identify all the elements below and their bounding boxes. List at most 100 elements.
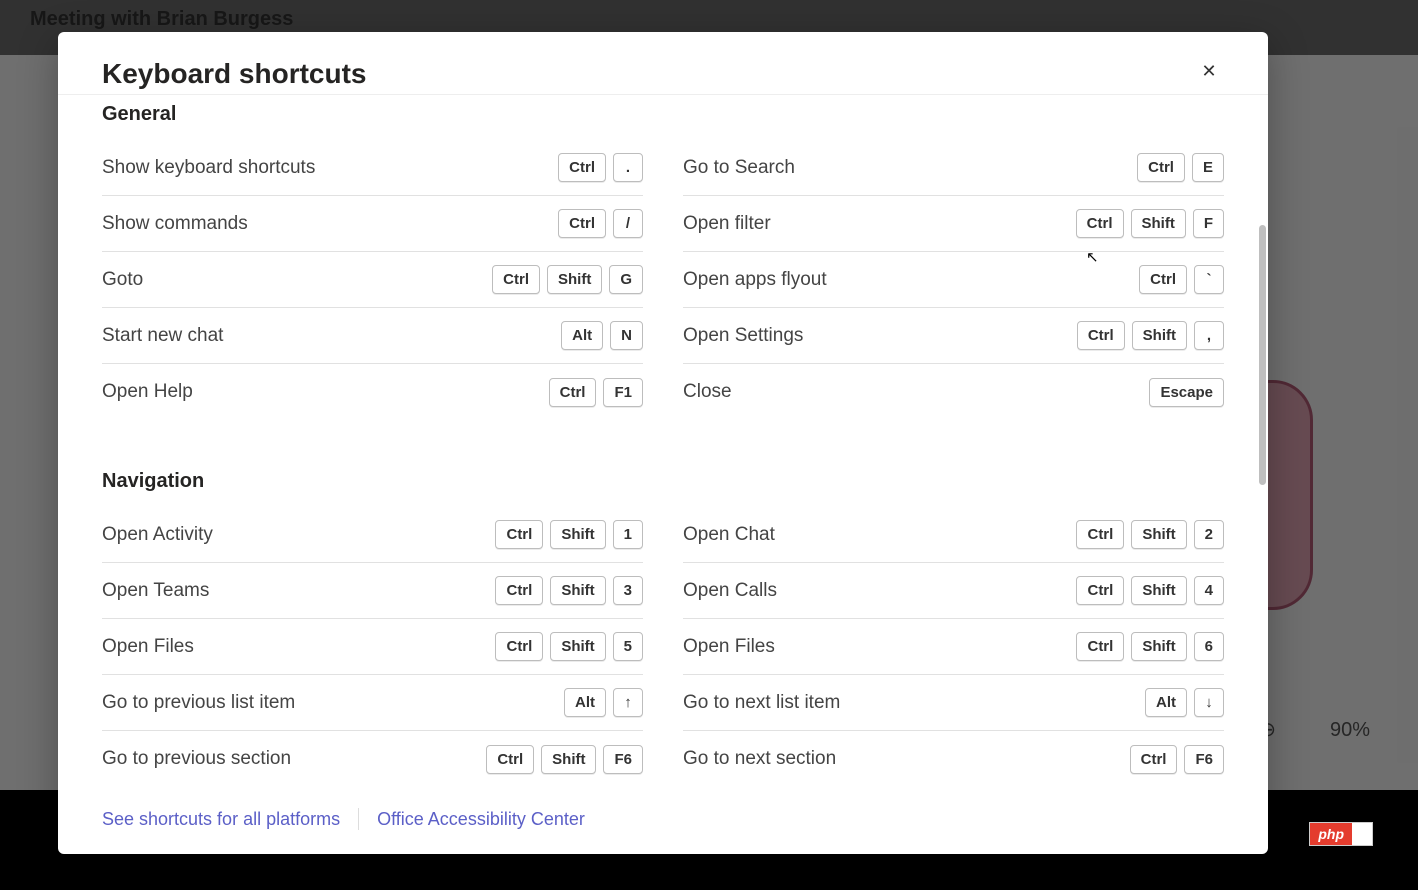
key-badge: Shift	[550, 632, 605, 661]
shortcut-row: Open Teams CtrlShift3	[102, 563, 643, 619]
shortcut-label: Go to next list item	[683, 692, 840, 714]
key-badge: Ctrl	[1076, 209, 1124, 238]
shortcut-label: Open Teams	[102, 580, 209, 602]
modal-title: Keyboard shortcuts	[102, 58, 367, 90]
key-badge: Ctrl	[1139, 265, 1187, 294]
section-title-navigation: Navigation	[102, 470, 1224, 493]
shortcut-label: Go to previous list item	[102, 692, 295, 714]
shortcut-row: CloseEscape	[683, 364, 1224, 420]
column-left: Open ActivityCtrlShift1Open TeamsCtrlShi…	[102, 507, 643, 787]
key-badge: .	[613, 153, 643, 182]
shortcut-label: Open Calls	[683, 580, 777, 602]
link-all-platforms[interactable]: See shortcuts for all platforms	[102, 809, 340, 830]
shortcut-keys: CtrlShiftF6	[486, 745, 643, 774]
column-left: Show keyboard shortcutsCtrl.Show command…	[102, 140, 643, 420]
key-badge: Ctrl	[492, 265, 540, 294]
key-badge: Shift	[550, 576, 605, 605]
modal-header: Keyboard shortcuts ✕	[58, 32, 1268, 94]
key-badge: Shift	[1131, 632, 1186, 661]
key-badge: 1	[613, 520, 643, 549]
shortcut-keys: CtrlF6	[1130, 745, 1224, 774]
shortcut-label: Go to Search	[683, 157, 795, 179]
shortcut-row: Open Files CtrlShift 6	[683, 619, 1224, 675]
key-badge: Ctrl	[1076, 632, 1124, 661]
key-badge: E	[1192, 153, 1224, 182]
key-badge: Alt	[1145, 688, 1187, 717]
shortcut-row: Open Files CtrlShift 5	[102, 619, 643, 675]
shortcut-keys: CtrlShiftF	[1076, 209, 1224, 238]
shortcut-label: Goto	[102, 269, 143, 291]
shortcut-row: Go to next sectionCtrlF6	[683, 731, 1224, 787]
link-accessibility[interactable]: Office Accessibility Center	[377, 809, 585, 830]
key-badge: Shift	[550, 520, 605, 549]
key-badge: N	[610, 321, 643, 350]
key-badge: Ctrl	[495, 632, 543, 661]
shortcut-keys: CtrlShift4	[1076, 576, 1224, 605]
shortcut-keys: Alt↑	[564, 688, 643, 717]
key-badge: Shift	[541, 745, 596, 774]
shortcut-label: Open Chat	[683, 524, 775, 546]
shortcut-keys: CtrlShift3	[495, 576, 643, 605]
shortcut-keys: CtrlShift 6	[1076, 632, 1224, 661]
shortcut-label: Open Settings	[683, 325, 803, 347]
key-badge: Shift	[1131, 209, 1186, 238]
key-badge: Ctrl	[558, 209, 606, 238]
key-badge: /	[613, 209, 643, 238]
shortcut-row: Open apps flyoutCtrl`	[683, 252, 1224, 308]
key-badge: Ctrl	[495, 576, 543, 605]
close-button[interactable]: ✕	[1194, 56, 1224, 86]
shortcut-label: Open Help	[102, 381, 193, 403]
column-right: Go to SearchCtrlEOpen filterCtrlShiftFOp…	[683, 140, 1224, 420]
shortcut-label: Open Files	[683, 636, 775, 658]
shortcut-row: Go to previous section CtrlShiftF6	[102, 731, 643, 787]
key-badge: F6	[1184, 745, 1224, 774]
key-badge: Ctrl	[495, 520, 543, 549]
shortcut-row: Open Settings CtrlShift,	[683, 308, 1224, 364]
scrollbar-thumb[interactable]	[1259, 225, 1266, 485]
shortcut-keys: CtrlShift 5	[495, 632, 643, 661]
shortcut-row: Open HelpCtrlF1	[102, 364, 643, 420]
key-badge: Ctrl	[558, 153, 606, 182]
footer-divider	[358, 808, 359, 830]
shortcut-keys: CtrlShift,	[1077, 321, 1224, 350]
shortcut-label: Go to previous section	[102, 748, 291, 770]
php-text: php	[1310, 823, 1352, 845]
key-badge: ↓	[1194, 688, 1224, 717]
shortcut-label: Show commands	[102, 213, 248, 235]
shortcut-row: Show commands Ctrl/	[102, 196, 643, 252]
shortcut-row: Go to previous list item Alt↑	[102, 675, 643, 731]
shortcut-keys: AltN	[561, 321, 643, 350]
shortcut-row: Open filterCtrlShiftF	[683, 196, 1224, 252]
key-badge: Alt	[561, 321, 603, 350]
shortcut-keys: CtrlShift2	[1076, 520, 1224, 549]
key-badge: ↑	[613, 688, 643, 717]
key-badge: 5	[613, 632, 643, 661]
php-watermark: php	[1309, 822, 1373, 846]
section-title-general: General	[102, 101, 1224, 126]
shortcut-row: Start new chatAltN	[102, 308, 643, 364]
key-badge: `	[1194, 265, 1224, 294]
modal-footer: See shortcuts for all platforms Office A…	[58, 794, 1268, 854]
key-badge: F	[1193, 209, 1224, 238]
key-badge: ,	[1194, 321, 1224, 350]
shortcut-keys: Ctrl`	[1139, 265, 1224, 294]
key-badge: G	[609, 265, 643, 294]
key-badge: Ctrl	[1130, 745, 1178, 774]
key-badge: Ctrl	[1077, 321, 1125, 350]
key-badge: Ctrl	[549, 378, 597, 407]
key-badge: Ctrl	[1076, 576, 1124, 605]
shortcut-row: Open Chat CtrlShift2	[683, 507, 1224, 563]
shortcut-label: Open Files	[102, 636, 194, 658]
section-general: Show keyboard shortcutsCtrl.Show command…	[102, 140, 1224, 420]
close-icon: ✕	[1201, 61, 1216, 82]
shortcut-row: Go to next list item Alt↓	[683, 675, 1224, 731]
key-badge: F6	[603, 745, 643, 774]
modal-body: General Show keyboard shortcutsCtrl.Show…	[58, 94, 1268, 794]
key-badge: Shift	[1131, 576, 1186, 605]
shortcut-row: Open Calls CtrlShift4	[683, 563, 1224, 619]
shortcut-keys: Ctrl.	[558, 153, 643, 182]
shortcut-row: GotoCtrlShiftG	[102, 252, 643, 308]
key-badge: 6	[1194, 632, 1224, 661]
section-navigation: Open ActivityCtrlShift1Open TeamsCtrlShi…	[102, 507, 1224, 787]
key-badge: 2	[1194, 520, 1224, 549]
